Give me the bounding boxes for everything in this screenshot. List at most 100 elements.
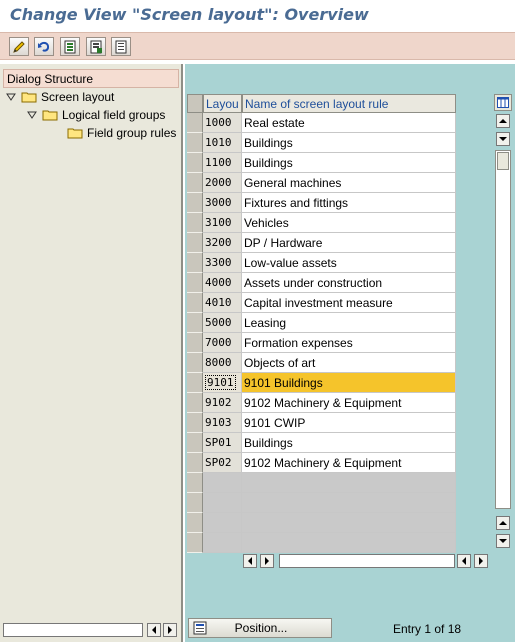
cell-layout-name[interactable]: DP / Hardware xyxy=(242,233,456,253)
row-selector[interactable] xyxy=(187,273,203,293)
cell-layout-name[interactable]: 9102 Machinery & Equipment xyxy=(242,453,456,473)
tree-horizontal-scrollbar[interactable] xyxy=(3,623,178,637)
cell-layout-code[interactable]: 4010 xyxy=(203,293,242,313)
cell-layout-code[interactable]: 4000 xyxy=(203,273,242,293)
cell-layout-name[interactable] xyxy=(242,533,456,553)
scroll-page-down-button[interactable] xyxy=(496,534,510,548)
row-selector[interactable] xyxy=(187,453,203,473)
cell-layout-code[interactable]: 8000 xyxy=(203,353,242,373)
scroll-page-up-button[interactable] xyxy=(496,516,510,530)
cell-layout-code[interactable] xyxy=(203,493,242,513)
row-selector[interactable] xyxy=(187,373,203,393)
table-horizontal-scrollbar[interactable] xyxy=(243,554,493,568)
scrollbar-track[interactable] xyxy=(495,150,511,509)
row-selector[interactable] xyxy=(187,353,203,373)
cell-layout-code[interactable]: 2000 xyxy=(203,173,242,193)
cell-layout-name[interactable]: Low-value assets xyxy=(242,253,456,273)
row-selector[interactable] xyxy=(187,173,203,193)
cell-layout-name[interactable]: Vehicles xyxy=(242,213,456,233)
scroll-right-button[interactable] xyxy=(260,554,274,568)
row-selector[interactable] xyxy=(187,333,203,353)
cell-layout-code[interactable]: 3000 xyxy=(203,193,242,213)
row-selector[interactable] xyxy=(187,293,203,313)
cell-layout-name[interactable]: 9101 Buildings xyxy=(242,373,456,393)
expand-triangle-icon[interactable] xyxy=(5,91,17,103)
tree-item-screen-layout[interactable]: Screen layout xyxy=(5,88,114,106)
row-selector[interactable] xyxy=(187,153,203,173)
cell-layout-name[interactable]: Fixtures and fittings xyxy=(242,193,456,213)
cell-layout-name[interactable]: 9101 CWIP xyxy=(242,413,456,433)
cell-layout-name[interactable] xyxy=(242,493,456,513)
cell-layout-name[interactable]: Buildings xyxy=(242,433,456,453)
row-selector[interactable] xyxy=(187,533,203,553)
row-selector[interactable] xyxy=(187,313,203,333)
cell-layout-code[interactable]: 9102 xyxy=(203,393,242,413)
scroll-left-button[interactable] xyxy=(457,554,471,568)
cell-layout-name[interactable]: Assets under construction xyxy=(242,273,456,293)
row-selector[interactable] xyxy=(187,133,203,153)
cell-layout-name[interactable] xyxy=(242,473,456,493)
edit-button[interactable] xyxy=(9,37,29,56)
cell-layout-name[interactable]: Formation expenses xyxy=(242,333,456,353)
select-block-button[interactable] xyxy=(111,37,131,56)
cell-layout-name[interactable]: Capital investment measure xyxy=(242,293,456,313)
table-settings-button[interactable] xyxy=(494,94,512,111)
tree-item-field-group-rules[interactable]: Field group rules xyxy=(67,124,176,142)
cell-layout-code[interactable]: 3200 xyxy=(203,233,242,253)
cell-layout-code[interactable] xyxy=(203,473,242,493)
select-all-rows-header[interactable] xyxy=(187,94,203,113)
scroll-right-button[interactable] xyxy=(163,623,177,637)
cell-layout-name[interactable]: Real estate xyxy=(242,113,456,133)
cell-layout-name[interactable]: Leasing xyxy=(242,313,456,333)
row-selector[interactable] xyxy=(187,413,203,433)
cell-layout-code[interactable]: SP02 xyxy=(203,453,242,473)
position-button[interactable]: Position... xyxy=(188,618,332,638)
layout-code-text: 4010 xyxy=(205,296,232,309)
cell-layout-code[interactable]: 9103 xyxy=(203,413,242,433)
scroll-up-button[interactable] xyxy=(496,114,510,128)
row-selector[interactable] xyxy=(187,513,203,533)
cell-layout-name[interactable]: 9102 Machinery & Equipment xyxy=(242,393,456,413)
cell-layout-code[interactable]: 7000 xyxy=(203,333,242,353)
cell-layout-code[interactable] xyxy=(203,533,242,553)
table-vertical-scrollbar[interactable] xyxy=(494,94,512,550)
row-selector[interactable] xyxy=(187,193,203,213)
row-selector[interactable] xyxy=(187,233,203,253)
scrollbar-thumb[interactable] xyxy=(497,152,509,170)
cell-layout-code[interactable]: 9101 xyxy=(203,373,242,393)
cell-layout-name[interactable] xyxy=(242,513,456,533)
row-selector[interactable] xyxy=(187,493,203,513)
cell-layout-code[interactable]: 1100 xyxy=(203,153,242,173)
layout-name-text: Buildings xyxy=(244,156,293,170)
cell-layout-code[interactable]: SP01 xyxy=(203,433,242,453)
cell-layout-name[interactable]: General machines xyxy=(242,173,456,193)
cell-layout-code[interactable]: 3100 xyxy=(203,213,242,233)
cell-layout-code[interactable]: 1010 xyxy=(203,133,242,153)
scrollbar-track[interactable] xyxy=(279,554,455,568)
row-selector[interactable] xyxy=(187,113,203,133)
cell-layout-code[interactable]: 5000 xyxy=(203,313,242,333)
column-header-layout[interactable]: Layou xyxy=(203,94,242,113)
cell-layout-code[interactable]: 1000 xyxy=(203,113,242,133)
expand-triangle-icon[interactable] xyxy=(26,109,38,121)
cell-layout-code[interactable] xyxy=(203,513,242,533)
select-all-button[interactable] xyxy=(60,37,80,56)
tree-item-logical-field-groups[interactable]: Logical field groups xyxy=(26,106,165,124)
row-selector[interactable] xyxy=(187,253,203,273)
cell-layout-name[interactable]: Buildings xyxy=(242,133,456,153)
scroll-right-button[interactable] xyxy=(474,554,488,568)
cell-layout-name[interactable]: Objects of art xyxy=(242,353,456,373)
cell-layout-code[interactable]: 3300 xyxy=(203,253,242,273)
scroll-left-button[interactable] xyxy=(147,623,161,637)
row-selector[interactable] xyxy=(187,393,203,413)
cell-layout-name[interactable]: Buildings xyxy=(242,153,456,173)
undo-button[interactable] xyxy=(34,37,54,56)
row-selector[interactable] xyxy=(187,473,203,493)
scrollbar-track[interactable] xyxy=(3,623,143,637)
scroll-left-button[interactable] xyxy=(243,554,257,568)
column-header-name[interactable]: Name of screen layout rule xyxy=(242,94,456,113)
row-selector[interactable] xyxy=(187,213,203,233)
deselect-all-button[interactable] xyxy=(86,37,106,56)
scroll-down-button[interactable] xyxy=(496,132,510,146)
row-selector[interactable] xyxy=(187,433,203,453)
